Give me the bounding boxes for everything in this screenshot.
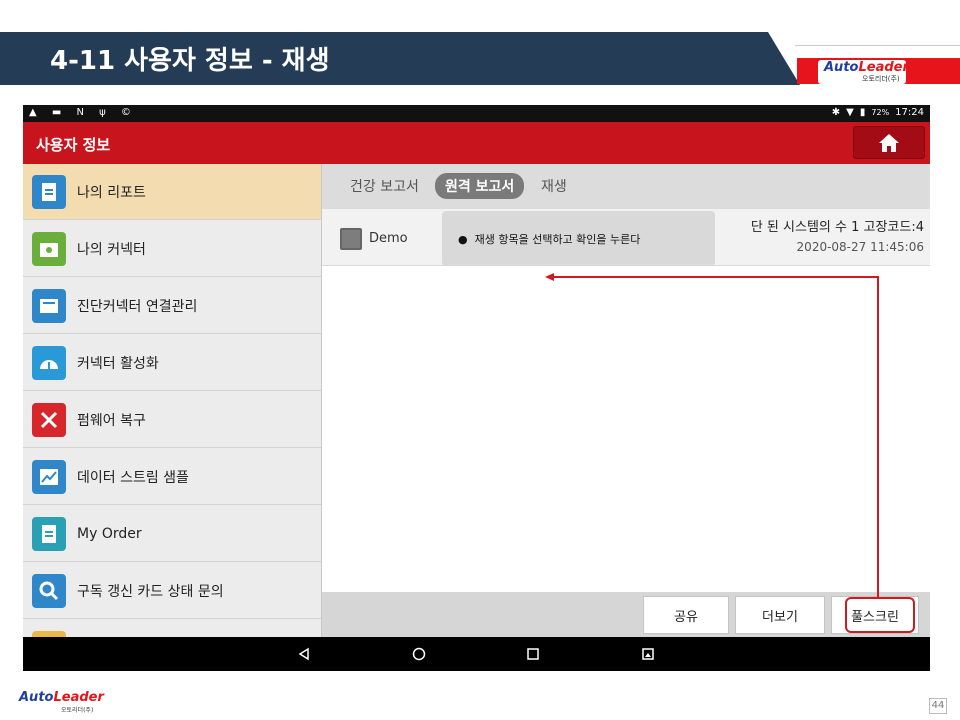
report-tabs: 건강 보고서 원격 보고서 재생	[322, 164, 930, 209]
search-icon	[32, 573, 66, 608]
tools-icon	[32, 402, 66, 437]
home-button[interactable]	[853, 126, 925, 159]
sidebar-item-label: 나의 커넥터	[77, 241, 146, 258]
footer-logo: AutoLeader 오토리더(주)	[19, 690, 104, 714]
sidebar-item-subscription-status[interactable]: 구독 갱신 카드 상태 문의	[23, 563, 321, 619]
screenshot-icon[interactable]	[640, 646, 656, 662]
share-button[interactable]: 공유	[643, 596, 729, 634]
sidebar-item-my-connector[interactable]: 나의 커넥터	[23, 221, 321, 277]
row-checkbox[interactable]	[340, 228, 362, 250]
brand-logo-text: AutoLeader	[824, 60, 909, 75]
app-title: 사용자 정보	[36, 136, 111, 154]
status-notification-icons: ▲ ▬ N ψ ©	[29, 107, 137, 118]
fullscreen-highlight	[845, 597, 915, 633]
sidebar-item-label: 데이터 스트림 샘플	[77, 469, 189, 486]
system-nav-bar	[23, 637, 930, 671]
tab-remote-report[interactable]: 원격 보고서	[435, 173, 525, 199]
sidebar-item-label: 구독 갱신 카드 상태 문의	[77, 583, 224, 600]
report-icon	[32, 174, 66, 209]
sidebar-item-firmware-recovery[interactable]: 펌웨어 복구	[23, 392, 321, 448]
sidebar-item-label: 펌웨어 복구	[77, 412, 146, 429]
status-bar: ▲ ▬ N ψ © ✱ ▼ ▮ 72% 17:24	[23, 105, 930, 122]
sidebar-item-connector-activation[interactable]: 커넥터 활성화	[23, 335, 321, 391]
battery-icon: ▮	[859, 107, 866, 118]
instruction-callout: 재생 항목을 선택하고 확인을 누른다	[442, 211, 715, 266]
header-divider	[795, 45, 960, 46]
home-icon	[879, 133, 899, 152]
sidebar-item-data-stream-sample[interactable]: 데이터 스트림 샘플	[23, 449, 321, 505]
app-bar: 사용자 정보	[23, 122, 930, 164]
wifi-icon: ▼	[846, 107, 854, 118]
report-list: Demo 단 된 시스템의 수 1 고장코드:4 2020-08-27 11:4…	[322, 209, 930, 592]
page-number: 44	[929, 698, 947, 714]
bluetooth-icon: ✱	[831, 107, 841, 118]
sidebar-item-connector-management[interactable]: 진단커넥터 연결관리	[23, 278, 321, 334]
home-nav-icon[interactable]	[411, 646, 427, 662]
brand-logo-subtitle: 오토리더(주)	[862, 75, 900, 83]
card-icon	[32, 288, 66, 323]
tab-playback[interactable]: 재생	[541, 176, 567, 196]
row-name: Demo	[369, 231, 408, 246]
row-summary: 단 된 시스템의 수 1 고장코드:4	[750, 220, 924, 235]
sidebar-item-label: 나의 리포트	[77, 184, 146, 201]
sidebar-item-label: 진단커넥터 연결관리	[77, 298, 198, 315]
sidebar-item-my-report[interactable]: 나의 리포트	[23, 164, 321, 220]
device-screen: ▲ ▬ N ψ © ✱ ▼ ▮ 72% 17:24 사용자 정보 나의 리포트	[23, 105, 930, 671]
sidebar-item-my-order[interactable]: My Order	[23, 506, 321, 562]
recents-icon[interactable]	[525, 646, 541, 662]
more-button[interactable]: 더보기	[735, 596, 825, 634]
tab-health-report[interactable]: 건강 보고서	[350, 176, 419, 196]
back-icon[interactable]	[296, 646, 312, 662]
gauge-icon	[32, 345, 66, 380]
battery-percent: 72%	[871, 108, 890, 117]
sidebar-item-label: My Order	[77, 525, 142, 542]
slide-title: 4-11 사용자 정보 - 재생	[50, 46, 330, 76]
sidebar: 나의 리포트 나의 커넥터 진단커넥터 연결관리 커넥터 활성화 펌웨어 복구	[23, 164, 321, 637]
sidebar-item-label: 커넥터 활성화	[77, 355, 159, 372]
chart-icon	[32, 459, 66, 494]
sidebar-item-partial[interactable]	[23, 620, 321, 637]
clock: 17:24	[895, 107, 924, 118]
order-icon	[32, 516, 66, 551]
row-timestamp: 2020-08-27 11:45:06	[796, 240, 924, 254]
instruction-text: 재생 항목을 선택하고 확인을 누른다	[458, 231, 641, 247]
connector-icon	[32, 231, 66, 266]
action-bar: 공유 더보기 풀스크린	[322, 592, 930, 637]
